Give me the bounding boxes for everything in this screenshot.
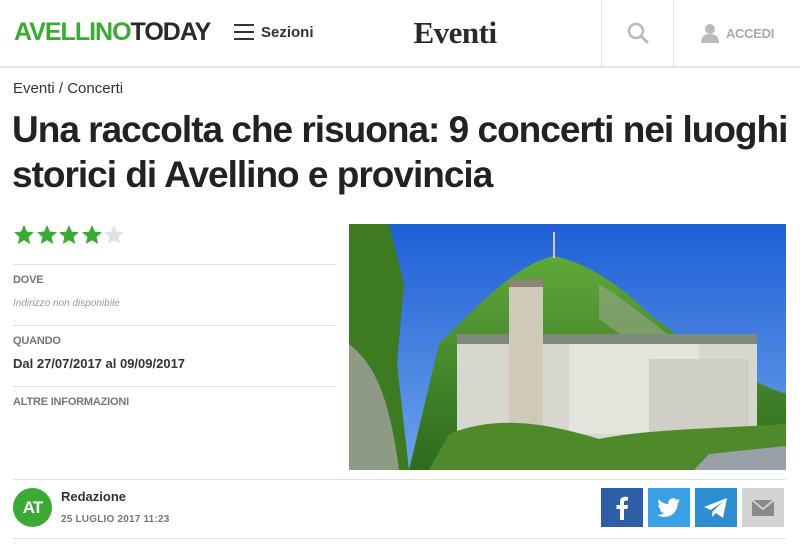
divider — [13, 264, 336, 265]
login-label: ACCEDI — [725, 25, 775, 41]
telegram-icon — [704, 497, 727, 518]
publish-date: 25 LUGLIO 2017 11:23 — [61, 514, 170, 525]
divider — [13, 386, 336, 387]
article-title: Una raccolta che risuona: 9 concerti nei… — [12, 109, 788, 195]
divider — [13, 538, 786, 539]
search-button[interactable] — [601, 0, 673, 66]
star-filled-icon — [36, 225, 57, 244]
star-filled-icon — [14, 225, 34, 244]
twitter-icon — [657, 497, 680, 517]
star-filled-icon — [81, 225, 102, 244]
divider — [13, 479, 786, 480]
user-icon — [700, 24, 719, 43]
breadcrumb-separator: / — [54, 80, 68, 97]
quando-value: Dal 27/07/2017 al 09/09/2017 — [13, 356, 186, 371]
search-icon — [627, 22, 648, 44]
email-icon — [752, 499, 774, 516]
share-facebook-button[interactable] — [601, 488, 643, 527]
share-email-button[interactable] — [742, 488, 784, 527]
login-button[interactable]: ACCEDI — [673, 0, 800, 66]
share-telegram-button[interactable] — [695, 488, 737, 527]
facebook-icon — [616, 496, 628, 520]
site-header: AVELLINOTODAY Sezioni Eventi ACCEDI — [0, 0, 800, 68]
breadcrumb-section-link[interactable]: Eventi — [13, 80, 55, 97]
author-name[interactable]: Redazione — [61, 489, 126, 504]
altre-informazioni-label: ALTRE INFORMAZIONI — [13, 396, 129, 408]
star-filled-icon — [59, 225, 79, 244]
rating-stars — [13, 224, 126, 246]
dove-value: Indirizzo non disponibile — [13, 298, 120, 309]
share-twitter-button[interactable] — [648, 488, 690, 527]
article-image[interactable] — [349, 224, 786, 470]
author-avatar: AT — [13, 488, 52, 527]
abbey-photo-illustration — [349, 224, 786, 470]
dove-label: DOVE — [13, 274, 44, 286]
breadcrumb-category-link[interactable]: Concerti — [67, 80, 123, 97]
quando-label: QUANDO — [13, 335, 61, 347]
breadcrumb: Eventi / Concerti — [13, 80, 123, 97]
star-empty-icon — [104, 225, 124, 244]
divider — [13, 325, 336, 326]
